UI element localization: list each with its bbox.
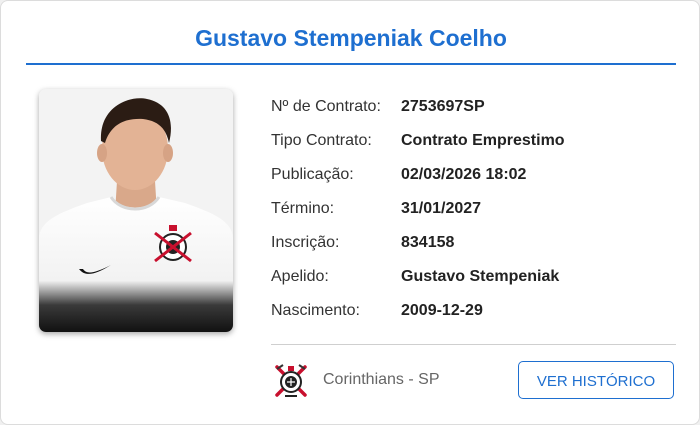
player-name-title: Gustavo Stempeniak Coelho — [195, 25, 507, 51]
footer-divider — [271, 344, 676, 345]
corinthians-crest-icon — [273, 361, 309, 401]
detail-value: Gustavo Stempeniak — [401, 268, 560, 285]
club-name: Corinthians - SP — [323, 371, 440, 388]
detail-value: 31/01/2027 — [401, 200, 482, 217]
detail-value: 2009-12-29 — [401, 302, 483, 319]
detail-value: Contrato Emprestimo — [401, 132, 565, 149]
player-photo — [39, 89, 233, 332]
view-history-button[interactable]: VER HISTÓRICO — [518, 361, 674, 399]
detail-label: Tipo Contrato: — [271, 132, 372, 149]
detail-value: 834158 — [401, 234, 455, 251]
detail-label: Publicação: — [271, 166, 354, 183]
detail-label: Inscrição: — [271, 234, 340, 251]
detail-label: Término: — [271, 200, 335, 217]
detail-label: Apelido: — [271, 268, 329, 285]
detail-value: 02/03/2026 18:02 — [401, 166, 527, 183]
detail-label: Nascimento: — [271, 302, 360, 319]
detail-label: Nº de Contrato: — [271, 98, 381, 115]
player-card: Gustavo Stempeniak Coelho Nº de Contrato… — [0, 0, 700, 425]
title-divider — [26, 63, 676, 65]
detail-value: 2753697SP — [401, 98, 485, 115]
